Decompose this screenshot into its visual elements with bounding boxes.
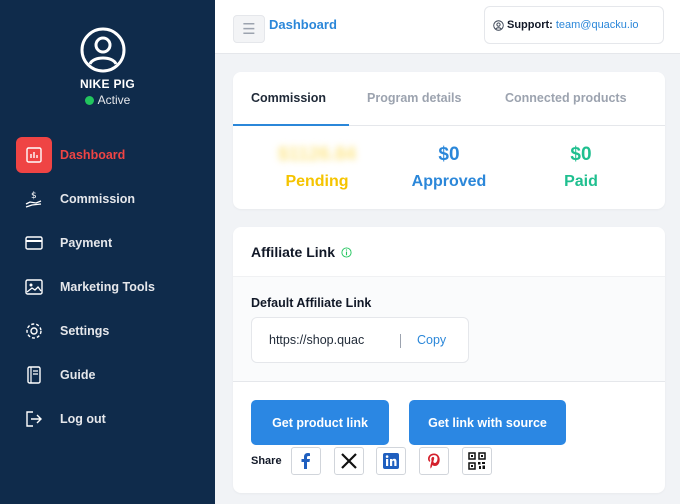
affiliate-link-header: Affiliate Link [233, 227, 665, 277]
user-avatar-icon [80, 27, 126, 73]
sidebar-item-logout[interactable]: Log out [16, 401, 206, 437]
pending-amount: $1126.84 [277, 144, 357, 165]
pending-label: Pending [285, 173, 349, 190]
share-pinterest-button[interactable] [419, 447, 449, 475]
sidebar-item-label: Guide [60, 368, 96, 382]
sidebar-item-label: Payment [60, 236, 113, 250]
support-label: Support: [507, 19, 553, 31]
user-status: Active [0, 93, 215, 107]
user-status-label: Active [97, 93, 131, 107]
commission-summary-card: Commission Program details Connected pro… [233, 72, 665, 209]
sidebar-item-dashboard[interactable]: Dashboard [16, 137, 206, 173]
section-divider [233, 381, 665, 382]
logout-icon [16, 401, 52, 437]
chart-bar-icon [16, 137, 52, 173]
tab-commission[interactable]: Commission [251, 91, 326, 105]
sidebar-item-commission[interactable]: $ Commission [16, 181, 206, 217]
sidebar-item-label: Settings [60, 324, 110, 338]
get-link-with-source-button[interactable]: Get link with source [409, 400, 566, 445]
get-product-link-button[interactable]: Get product link [251, 400, 389, 445]
qr-code-icon [468, 452, 486, 470]
svg-text:$: $ [31, 191, 37, 201]
share-linkedin-button[interactable] [376, 447, 406, 475]
sidebar: NIKE PIG Active Dashboard $ Commission P… [0, 0, 215, 504]
book-icon [16, 357, 52, 393]
copy-link-button[interactable]: Copy [417, 333, 446, 347]
sidebar-item-label: Log out [60, 412, 106, 426]
top-bar: ☰ Dashboard Support: team@quacku.io [215, 0, 680, 54]
info-icon[interactable] [341, 247, 352, 258]
affiliate-link-title: Affiliate Link [251, 244, 336, 260]
approved-label: Approved [411, 173, 487, 190]
sidebar-item-guide[interactable]: Guide [16, 357, 206, 393]
tab-connected-products[interactable]: Connected products [505, 91, 627, 105]
facebook-icon [301, 453, 310, 469]
sidebar-item-label: Commission [60, 192, 136, 206]
approved-amount: $0 [438, 144, 460, 165]
pinterest-icon [428, 453, 440, 469]
sidebar-item-marketing-tools[interactable]: Marketing Tools [16, 269, 206, 305]
support-box: Support: team@quacku.io [484, 6, 664, 44]
credit-card-icon [16, 225, 52, 261]
x-twitter-icon [341, 453, 357, 469]
affiliate-link-field[interactable]: https://shop.quac Copy [251, 317, 469, 363]
sidebar-item-payment[interactable]: Payment [16, 225, 206, 261]
page-title: Dashboard [269, 17, 337, 32]
sidebar-item-settings[interactable]: Settings [16, 313, 206, 349]
linkedin-icon [383, 453, 399, 469]
share-facebook-button[interactable] [291, 447, 321, 475]
share-qr-code-button[interactable] [462, 447, 492, 475]
link-separator [400, 334, 401, 348]
share-x-button[interactable] [334, 447, 364, 475]
default-link-label: Default Affiliate Link [251, 296, 372, 310]
image-icon [16, 269, 52, 305]
user-circle-icon [493, 19, 504, 31]
user-name: NIKE PIG [79, 77, 136, 91]
affiliate-link-card: Affiliate Link Default Affiliate Link ht… [233, 227, 665, 493]
gear-icon [16, 313, 52, 349]
money-hand-icon: $ [16, 181, 52, 217]
affiliate-link-url: https://shop.quac [269, 333, 365, 347]
share-label: Share [251, 455, 282, 467]
active-tab-indicator [233, 124, 349, 126]
sidebar-item-label: Dashboard [60, 148, 126, 162]
status-dot [84, 96, 94, 105]
paid-label: Paid [564, 173, 598, 190]
tab-program-details[interactable]: Program details [367, 91, 461, 105]
hamburger-icon: ☰ [242, 21, 256, 38]
sidebar-item-label: Marketing Tools [60, 280, 155, 294]
paid-amount: $0 [570, 144, 592, 165]
menu-toggle-button[interactable]: ☰ [233, 15, 265, 43]
support-email-link[interactable]: team@quacku.io [556, 19, 639, 31]
